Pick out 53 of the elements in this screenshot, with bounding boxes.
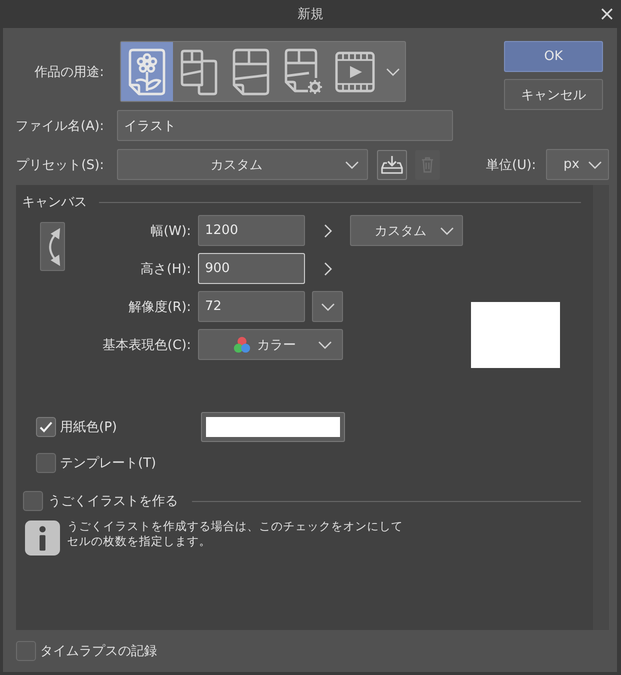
chevron-down-icon [588,160,602,168]
checkbox-label: 用紙色(P) [60,419,118,436]
close-button[interactable] [600,7,614,21]
checkbox[interactable] [16,641,36,661]
preset-dropdown[interactable]: カスタム [117,149,368,180]
chevron-right-icon[interactable] [324,224,332,238]
field-label: 解像度(R): [127,298,191,316]
chevron-down-icon [345,160,359,168]
info-icon [25,520,60,556]
resolution-field[interactable]: 72 [198,291,305,322]
flower-page-icon [127,48,167,96]
field-label: 作品の用途: [34,64,104,80]
field-label: 高さ(H): [140,260,191,278]
two-pages-icon [179,48,219,96]
swap-orientation-button[interactable] [40,222,65,271]
chevron-right-icon[interactable] [324,262,332,276]
checkbox[interactable] [36,453,56,473]
page-gear-icon [283,48,323,96]
cancel-button[interactable]: キャンセル [504,79,603,110]
window-title: 新規 [298,6,324,23]
checkbox-label: テンプレート(T) [60,455,156,472]
info-text: うごくイラストを作成する場合は、このチェックをオンにしてセルの枚数を指定します。 [67,519,404,550]
trash-icon [421,156,434,173]
height-field[interactable]: 900 [198,253,305,284]
checkbox[interactable] [23,491,43,511]
chevron-down-icon [386,68,400,76]
close-icon [601,8,613,20]
color-mode-dropdown[interactable]: カラー [198,329,343,360]
width-field[interactable]: 1200 [198,215,305,246]
chevron-down-icon [318,340,332,348]
chevron-down-icon [320,302,334,310]
tick-icon [39,421,53,433]
chevron-down-icon [440,226,454,234]
save-preset-button[interactable] [377,150,407,180]
section-title: キャンバス [22,194,87,211]
tray-download-icon [381,154,403,174]
field-label: 単位(U): [486,156,536,174]
field-label: プリセット(S): [15,156,104,174]
file-name-field[interactable]: イラスト [117,110,453,141]
field-label: ファイル名(A): [14,118,104,134]
checkbox[interactable] [36,417,56,437]
comic-page-icon [231,48,271,96]
color-circles-icon [233,336,251,354]
ok-button[interactable]: OK [504,41,603,72]
field-label: 幅(W): [150,222,191,240]
size-preset-dropdown[interactable]: カスタム [350,215,463,246]
paper-color-button[interactable] [201,412,345,442]
field-label: 基本表現色(C): [101,336,191,354]
resolution-dropdown-button[interactable] [312,291,343,322]
purpose-option[interactable] [121,42,173,101]
checkbox-label: タイムラプスの記録 [40,643,157,660]
unit-dropdown[interactable]: px [546,149,609,180]
checkbox-label: うごくイラストを作る [48,493,178,510]
